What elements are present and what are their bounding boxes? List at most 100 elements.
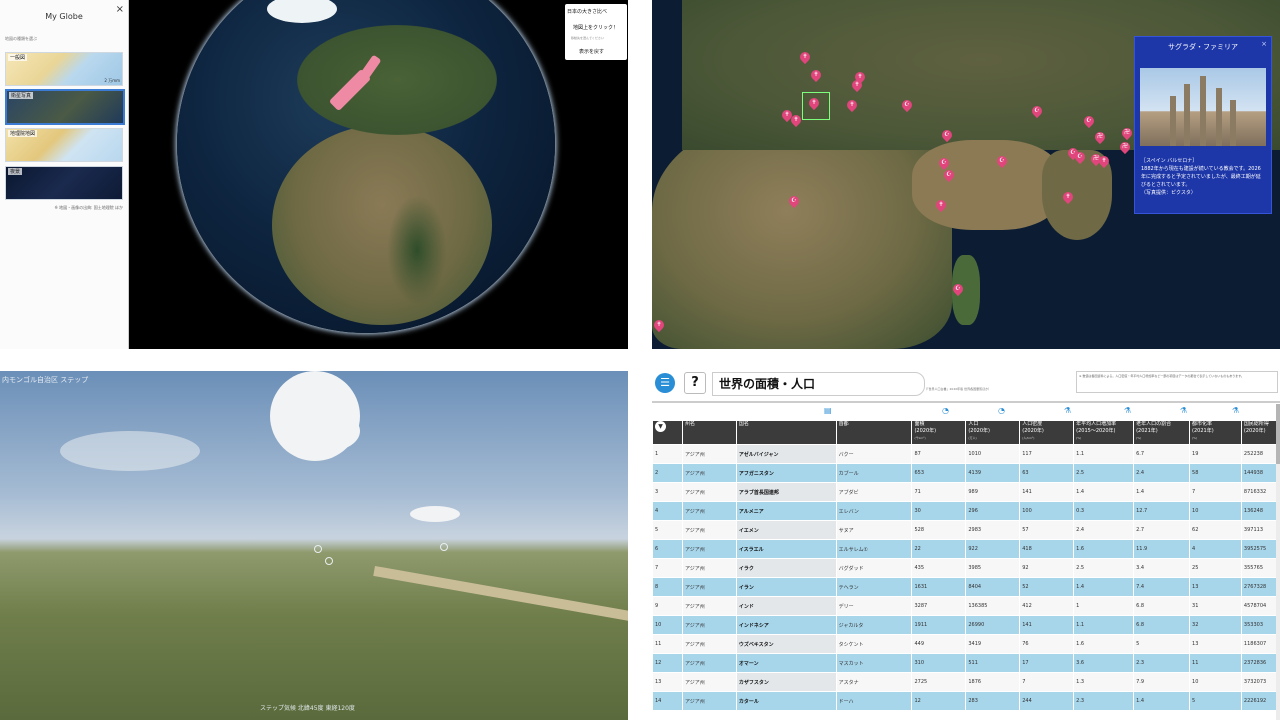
table-row[interactable]: 13 アジア州 カザフスタン アスタナ 2725 1876 7 1.3 7.9 10 3732073: [652, 672, 1280, 692]
table-row[interactable]: 3 アジア州 アラブ首長国連邦 アブダビ 71 989 141 1.4 1.4 7 8716332: [652, 482, 1280, 502]
country-name[interactable]: イラン: [735, 577, 837, 597]
country-name[interactable]: ウズベキスタン: [735, 634, 837, 654]
table-cell: 31: [1189, 596, 1242, 616]
map-icon[interactable]: ▤: [824, 406, 832, 415]
pie-chart-icon[interactable]: ◔: [942, 406, 949, 415]
globe[interactable]: [177, 0, 555, 333]
map-pin[interactable]: ✝: [808, 67, 824, 83]
header-region[interactable]: 州名: [681, 420, 737, 445]
header-capital[interactable]: 首都: [835, 420, 913, 445]
table-row[interactable]: 5 アジア州 イエメン サヌア 528 2983 57 2.4 2.7 62 397113: [652, 520, 1280, 540]
map-pin[interactable]: ✝: [933, 197, 949, 213]
table-cell: 10: [1189, 672, 1242, 692]
map-pin[interactable]: ✝: [1060, 189, 1076, 205]
close-icon[interactable]: ×: [1261, 40, 1267, 48]
flask-icon[interactable]: ⚗: [1232, 406, 1239, 415]
header-population[interactable]: 人口 (2020年) (万人): [965, 420, 1021, 445]
scrollbar[interactable]: [1276, 404, 1280, 720]
table-cell: 528: [911, 520, 967, 540]
table-row[interactable]: 14 アジア州 カタール ドーハ 12 283 244 2.3 1.4 5 2226192: [652, 691, 1280, 711]
table-row[interactable]: 2 アジア州 アフガニスタン カブール 653 4139 63 2.5 2.4 58 144938: [652, 463, 1280, 483]
header-density[interactable]: 人口密度 (2020年) (人/km²): [1019, 420, 1075, 445]
map-option-gsi[interactable]: 地理院地図: [5, 128, 123, 162]
map-pin[interactable]: 卍: [1117, 139, 1133, 155]
map-pin[interactable]: ☪: [939, 127, 955, 143]
row-number: 6: [652, 539, 683, 559]
country-name[interactable]: イスラエル: [735, 539, 837, 559]
country-name[interactable]: アゼルバイジャン: [735, 444, 837, 464]
table-row[interactable]: 11 アジア州 ウズベキスタン タシケント 449 3419 76 1.6 5 13 1186307: [652, 634, 1280, 654]
pie-chart-icon[interactable]: ◔: [998, 406, 1005, 415]
sort-icon[interactable]: ▼: [655, 421, 666, 432]
flask-icon[interactable]: ⚗: [1064, 406, 1071, 415]
table-cell: アジア州: [681, 672, 737, 692]
map-pin[interactable]: ✝: [1096, 153, 1112, 169]
map-pin[interactable]: ✝: [852, 69, 868, 85]
table-row[interactable]: 12 アジア州 オマーン マスカット 310 511 17 3.6 2.3 11 2372836: [652, 653, 1280, 673]
country-name[interactable]: アラブ首長国連邦: [735, 482, 837, 502]
map-pin[interactable]: ✝: [788, 112, 804, 128]
header-urban[interactable]: 都市化率 (2021年) (%): [1189, 420, 1242, 445]
map-pin[interactable]: ☪: [936, 155, 952, 171]
table-row[interactable]: 9 アジア州 インド デリー 3287 136385 412 1 6.8 31 4578704: [652, 596, 1280, 616]
country-name[interactable]: アフガニスタン: [735, 463, 837, 483]
country-name[interactable]: カタール: [735, 691, 837, 711]
map-pin[interactable]: ✝: [844, 97, 860, 113]
row-number: 14: [652, 691, 683, 711]
table-row[interactable]: 10 アジア州 インドネシア ジャカルタ 1911 26990 141 1.1 6.8 32 353…: [652, 615, 1280, 635]
reset-button[interactable]: 表示を戻す: [579, 48, 604, 55]
country-name[interactable]: インドネシア: [735, 615, 837, 635]
header-gni[interactable]: 国民総所得 (2020年): [1240, 420, 1280, 445]
table-row[interactable]: 7 アジア州 イラク バグダッド 435 3985 92 2.5 3.4 25 355765: [652, 558, 1280, 578]
nav-marker[interactable]: [314, 545, 322, 553]
country-name[interactable]: インド: [735, 596, 837, 616]
country-name[interactable]: イラク: [735, 558, 837, 578]
world-map-view[interactable]: ✝ ✝ ✝ ✝ ✝ ✝ ☪ ☪ ☪ ☪ 卍卍卍 ☪ ☪ ✝ ✝ ☪ ☪ ☪ ✝ 卍 ✝ ☪ ✝ ☪ ✝ サグラダ・ファミリア ×…: [652, 0, 1280, 349]
table-cell: タシケント: [835, 634, 913, 654]
nav-marker[interactable]: [440, 543, 448, 551]
map-pin[interactable]: 卍: [1119, 125, 1135, 141]
country-name[interactable]: イエメン: [735, 520, 837, 540]
map-pin[interactable]: ☪: [786, 193, 802, 209]
help-button[interactable]: ?: [684, 372, 706, 394]
nav-marker[interactable]: [325, 557, 333, 565]
flask-icon[interactable]: ⚗: [1124, 406, 1131, 415]
menu-icon[interactable]: ☰: [655, 373, 675, 393]
header-growth[interactable]: 年平均人口増加率 (2015〜2020年) (%): [1073, 420, 1135, 445]
info-title: サグラダ・ファミリア: [1168, 43, 1238, 51]
header-aged[interactable]: 老年人口の割合 (2021年) (%): [1133, 420, 1191, 445]
map-pin[interactable]: 卍: [1092, 129, 1108, 145]
table-cell: 76: [1019, 634, 1075, 654]
map-pin[interactable]: ☪: [1072, 149, 1088, 165]
table-row[interactable]: 4 アジア州 アルメニア エレバン 30 296 100 0.3 12.7 10 136248: [652, 501, 1280, 521]
table-row[interactable]: 8 アジア州 イラン テヘラン 1631 8404 52 1.4 7.4 13 2767328: [652, 577, 1280, 597]
table-cell: 87: [911, 444, 967, 464]
map-pin[interactable]: ☪: [941, 167, 957, 183]
map-option-night[interactable]: 夜景: [5, 166, 123, 200]
map-pin[interactable]: ☪: [950, 281, 966, 297]
table-cell: 26990: [965, 615, 1021, 635]
map-pin[interactable]: ☪: [1081, 113, 1097, 129]
table-cell: 117: [1019, 444, 1075, 464]
map-option-standard[interactable]: 一般図 2 万mm: [5, 52, 123, 86]
header-area[interactable]: 面積 (2020年) (千km²): [911, 420, 967, 445]
country-name[interactable]: アルメニア: [735, 501, 837, 521]
flask-icon[interactable]: ⚗: [1180, 406, 1187, 415]
sort-button[interactable]: ▼: [652, 420, 683, 445]
map-pin[interactable]: ✝: [652, 317, 667, 333]
map-pin[interactable]: ☪: [994, 153, 1010, 169]
table-row[interactable]: 1 アジア州 アゼルバイジャン バクー 87 1010 117 1.1 6.7 19 252238: [652, 444, 1280, 464]
map-pin[interactable]: ☪: [899, 97, 915, 113]
table-cell: 52: [1019, 577, 1075, 597]
country-name[interactable]: オマーン: [735, 653, 837, 673]
street-view[interactable]: 内モンゴル自治区 ステップ ステップ気候 北緯45度 東経120度: [0, 371, 628, 720]
country-name[interactable]: カザフスタン: [735, 672, 837, 692]
arabia-land: [912, 140, 1062, 230]
header-country[interactable]: 国名: [735, 420, 837, 445]
close-icon[interactable]: ×: [116, 4, 124, 15]
scrollbar-thumb[interactable]: [1276, 404, 1280, 464]
map-pin[interactable]: ☪: [1029, 103, 1045, 119]
map-pin[interactable]: ✝: [797, 49, 813, 65]
map-option-satellite[interactable]: 衛星写真: [5, 89, 125, 125]
table-row[interactable]: 6 アジア州 イスラエル エルサレム① 22 922 418 1.6 11.9 4 3952575: [652, 539, 1280, 559]
